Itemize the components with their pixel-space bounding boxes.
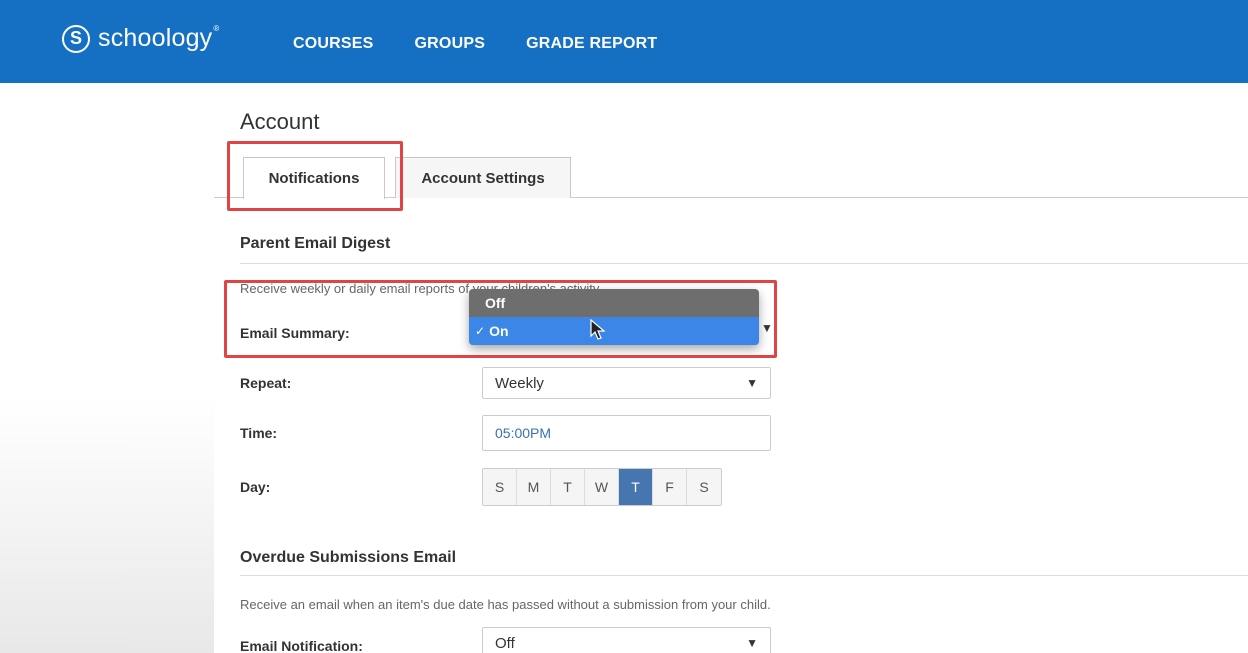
top-navigation-bar: S schoology® COURSES GROUPS GRADE REPORT — [0, 0, 1248, 83]
chevron-down-icon: ▼ — [746, 376, 758, 390]
option-on-label: On — [489, 323, 509, 339]
day-picker: S M T W T F S — [482, 468, 722, 506]
day-friday[interactable]: F — [653, 469, 687, 505]
day-sunday[interactable]: S — [483, 469, 517, 505]
tab-account-settings[interactable]: Account Settings — [395, 157, 571, 198]
day-wednesday[interactable]: W — [585, 469, 619, 505]
logo-text: schoology® — [98, 24, 220, 52]
overdue-submissions-title: Overdue Submissions Email — [240, 549, 457, 566]
main-nav: COURSES GROUPS GRADE REPORT — [293, 35, 698, 53]
overdue-description: Receive an email when an item's due date… — [240, 597, 771, 612]
schoology-logo[interactable]: S schoology® — [62, 24, 219, 53]
nav-courses[interactable]: COURSES — [293, 35, 374, 53]
email-notification-label: Email Notification: — [240, 638, 363, 653]
email-summary-dropdown[interactable]: Off ✓ On — [469, 289, 759, 345]
mouse-pointer-icon — [590, 319, 606, 340]
nav-groups[interactable]: GROUPS — [415, 35, 486, 53]
day-thursday[interactable]: T — [619, 469, 653, 505]
schoology-s-icon: S — [62, 24, 90, 53]
day-label: Day: — [240, 479, 271, 495]
day-saturday[interactable]: S — [687, 469, 721, 505]
nav-grade-report[interactable]: GRADE REPORT — [526, 35, 657, 53]
repeat-label: Repeat: — [240, 375, 292, 391]
email-summary-chevron-icon: ▼ — [761, 321, 773, 335]
page-title: Account — [240, 109, 320, 134]
time-input[interactable]: 05:00PM — [482, 415, 771, 451]
dropdown-option-off[interactable]: Off — [469, 289, 759, 317]
email-notification-value: Off — [495, 634, 515, 652]
repeat-value: Weekly — [495, 374, 544, 392]
chevron-down-icon: ▼ — [746, 636, 758, 650]
checkmark-icon: ✓ — [475, 324, 486, 338]
time-label: Time: — [240, 425, 278, 441]
account-content: Account Notifications Account Settings P… — [214, 83, 1248, 653]
day-monday[interactable]: M — [517, 469, 551, 505]
section-divider — [240, 263, 1248, 264]
dropdown-option-on[interactable]: ✓ On — [469, 317, 759, 345]
email-notification-select[interactable]: Off ▼ — [482, 627, 771, 653]
left-gutter — [0, 83, 214, 653]
email-summary-label: Email Summary: — [240, 325, 350, 341]
repeat-select[interactable]: Weekly ▼ — [482, 367, 771, 399]
tab-notifications[interactable]: Notifications — [243, 157, 385, 199]
day-tuesday[interactable]: T — [551, 469, 585, 505]
section-divider — [240, 575, 1248, 576]
parent-email-digest-title: Parent Email Digest — [240, 235, 391, 252]
